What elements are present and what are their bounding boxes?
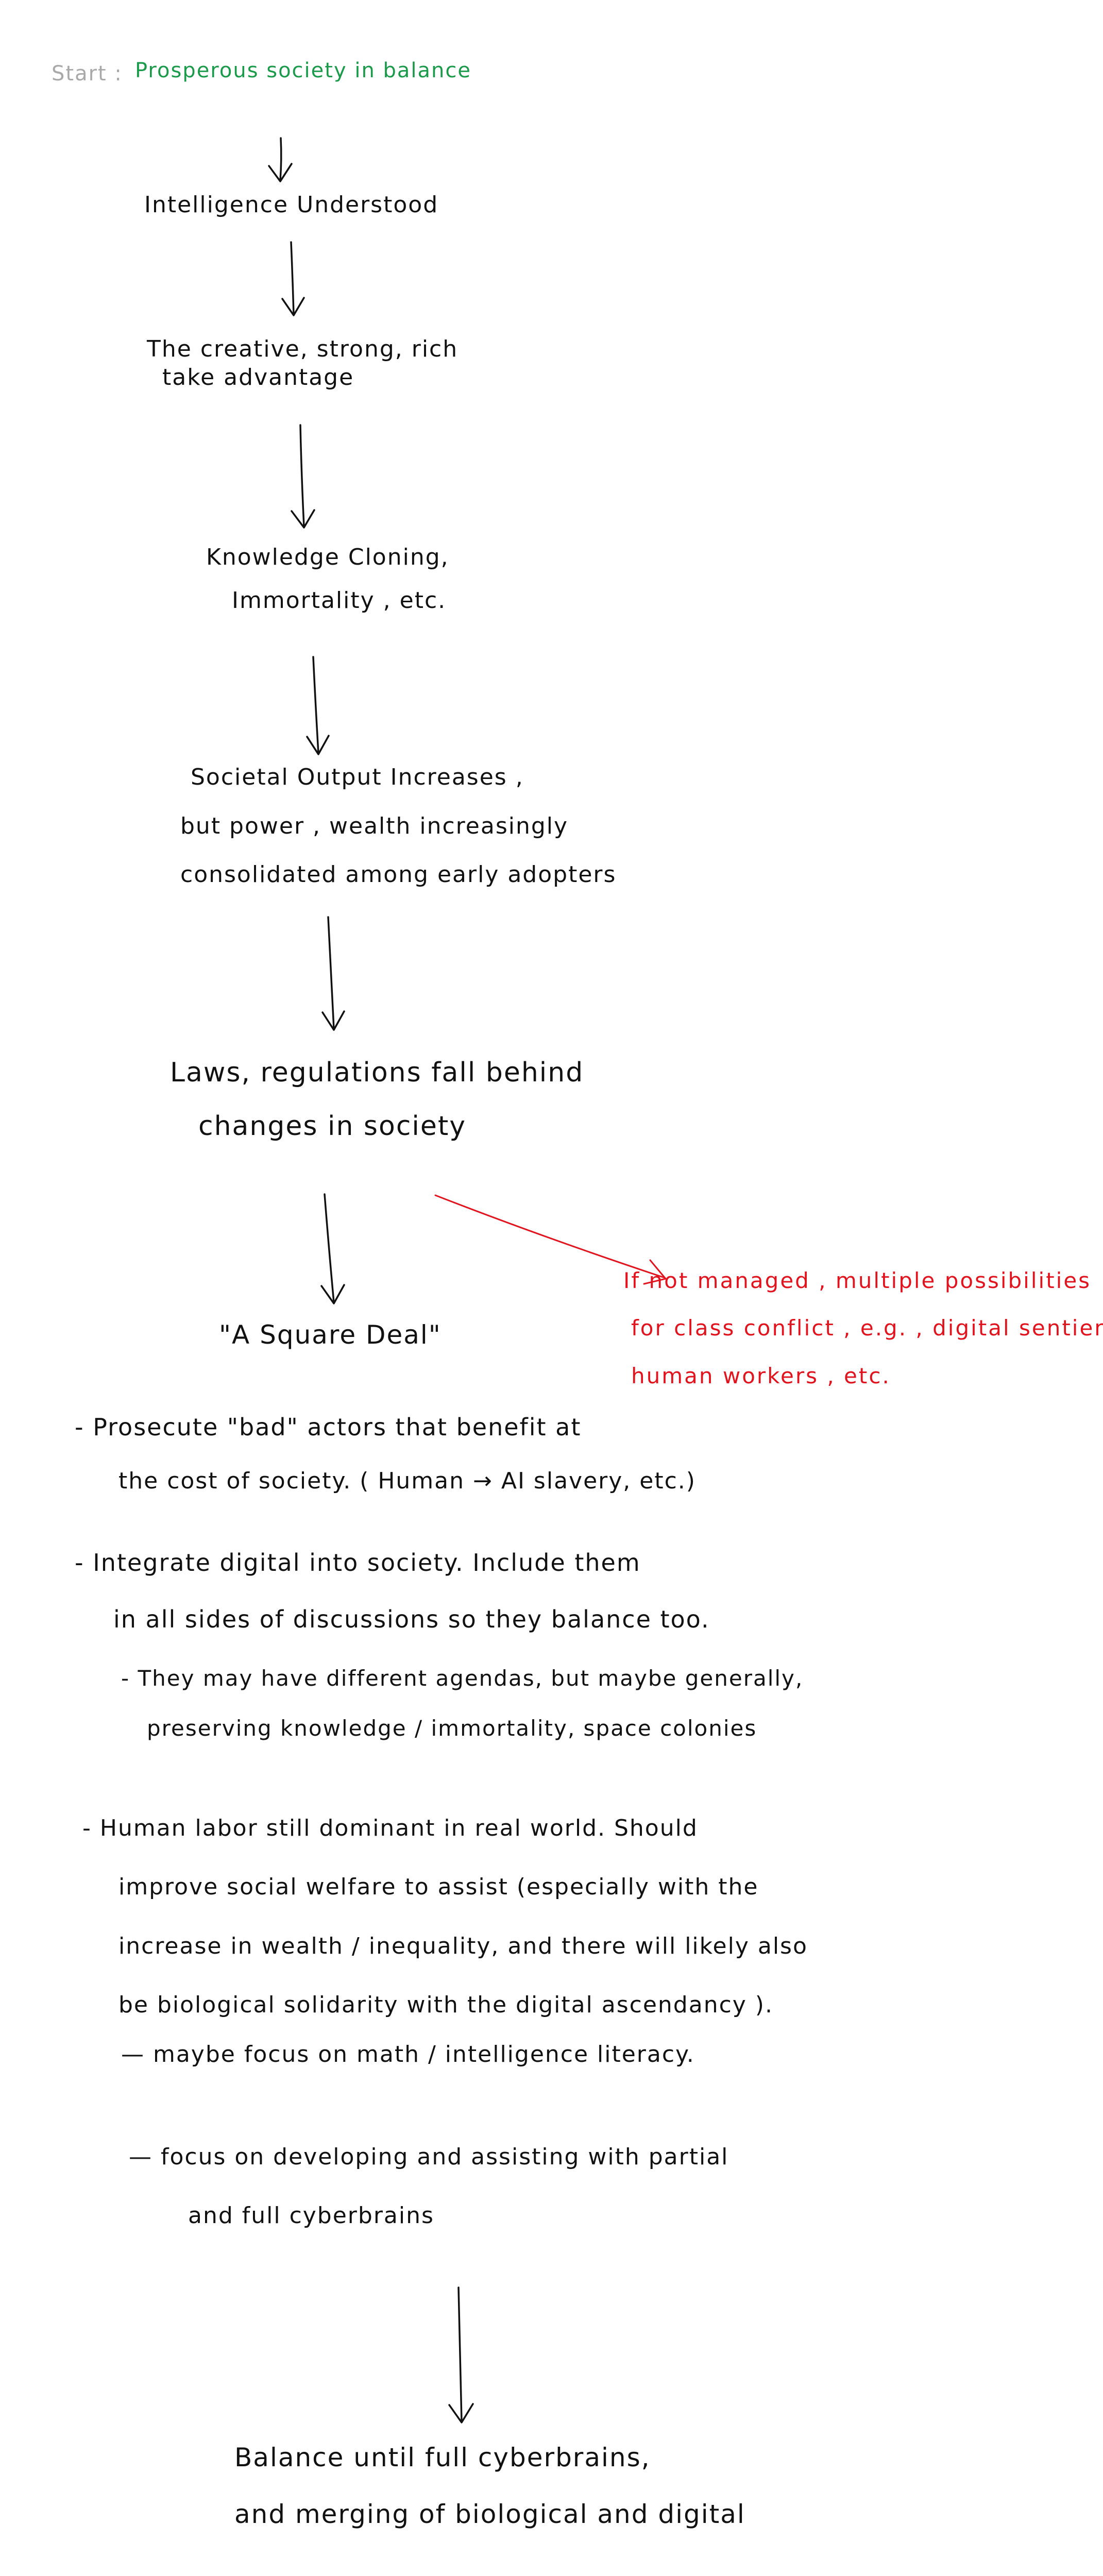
warning-line: human workers , etc. (631, 1363, 891, 1388)
conclusion: Balance until full cyberbrains, and merg… (234, 2429, 745, 2543)
arrow-output-to-laws (321, 916, 345, 1031)
warning-note: If not managed , multiple possibilities … (623, 1257, 1103, 1400)
item-line: — focus on developing and assisting with… (129, 2144, 729, 2170)
square-deal-subitem-math-literacy: — maybe focus on math / intelligence lit… (121, 2041, 695, 2067)
step-line: changes in society (198, 1111, 467, 1142)
item-line: improve social welfare to assist (especi… (118, 1874, 759, 1901)
step-intelligence-understood: Intelligence Understood (144, 191, 439, 219)
step-line: The creative, strong, rich (147, 336, 459, 362)
step-societal-output: Societal Output Increases , but power , … (180, 753, 616, 900)
square-deal-subitem-agendas: - They may have different agendas, but m… (121, 1654, 803, 1753)
conclusion-line: and merging of biological and digital (234, 2499, 745, 2529)
square-deal-item-prosecute: - Prosecute "bad" actors that benefit at… (75, 1400, 696, 1507)
item-line: increase in wealth / inequality, and the… (118, 1933, 808, 1959)
step-line: Societal Output Increases , (191, 764, 524, 790)
step-line: take advantage (162, 364, 354, 391)
arrow-laws-to-square-deal (320, 1193, 345, 1304)
arrow-start-to-intelligence (268, 137, 293, 182)
arrow-knowledge-to-output (306, 656, 330, 755)
square-deal-item-integrate: - Integrate digital into society. Includ… (75, 1534, 710, 1648)
arrow-intelligence-to-creative (281, 241, 305, 316)
item-line: - Prosecute "bad" actors that benefit at (75, 1413, 582, 1441)
item-line: - They may have different agendas, but m… (121, 1666, 804, 1691)
arrow-actions-to-conclusion (448, 2286, 474, 2424)
arrow-creative-to-knowledge (291, 424, 315, 529)
step-line: but power , wealth increasingly (180, 812, 569, 839)
step-knowledge-cloning: Knowledge Cloning, Immortality , etc. (206, 536, 449, 622)
step-line: consolidated among early adopters (180, 861, 617, 888)
conclusion-line: Balance until full cyberbrains, (234, 2443, 651, 2472)
start-label: Start : (52, 62, 123, 86)
step-line: Intelligence Understood (144, 192, 439, 218)
item-line: and full cyberbrains (188, 2202, 434, 2229)
item-line: preserving knowledge / immortality, spac… (147, 1715, 757, 1741)
step-line: Laws, regulations fall behind (170, 1057, 584, 1088)
item-line: be biological solidarity with the digita… (118, 1992, 773, 2019)
step-creative-take-advantage: The creative, strong, rich take advantag… (147, 335, 458, 392)
square-deal-subitem-cyberbrains: — focus on developing and assisting with… (129, 2128, 728, 2246)
square-deal-title: "A Square Deal" (219, 1320, 442, 1350)
start-text: Prosperous society in balance (135, 59, 471, 82)
square-deal-item-human-labor: - Human labor still dominant in real wor… (82, 1799, 808, 2035)
item-line: in all sides of discussions so they bala… (113, 1605, 710, 1634)
warning-line: If not managed , multiple possibilities (623, 1268, 1092, 1293)
item-line: - Integrate digital into society. Includ… (75, 1549, 641, 1577)
item-line: - Human labor still dominant in real wor… (82, 1815, 698, 1841)
step-laws-fall-behind: Laws, regulations fall behind changes in… (170, 1046, 584, 1153)
item-line: the cost of society. ( Human → AI slaver… (118, 1467, 696, 1494)
step-line: Knowledge Cloning, (206, 544, 449, 570)
warning-line: for class conflict , e.g. , digital sent… (631, 1315, 1103, 1341)
step-line: Immortality , etc. (232, 587, 447, 614)
